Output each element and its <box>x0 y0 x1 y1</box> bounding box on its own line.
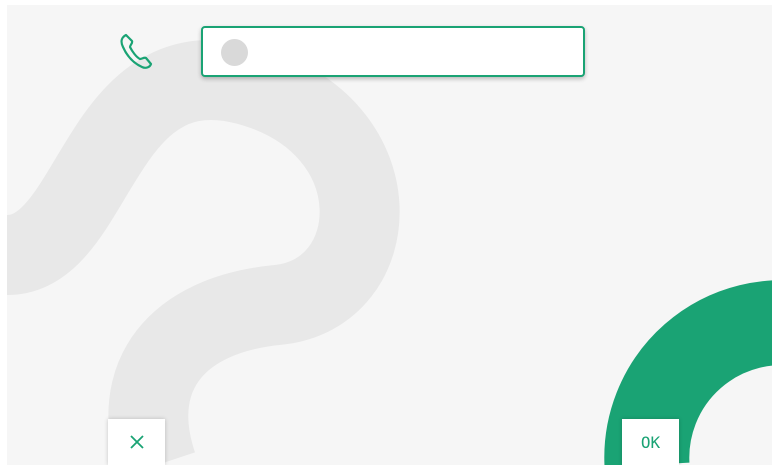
phone-icon <box>120 33 153 69</box>
contact-dot-icon <box>221 39 248 66</box>
call-screen: OK <box>7 5 772 465</box>
gray-swirl-top <box>7 40 400 465</box>
ok-button[interactable]: OK <box>622 419 679 465</box>
number-input-field[interactable] <box>201 26 585 77</box>
close-icon <box>129 435 144 449</box>
ok-label: OK <box>640 432 661 452</box>
cancel-button[interactable] <box>108 419 165 465</box>
